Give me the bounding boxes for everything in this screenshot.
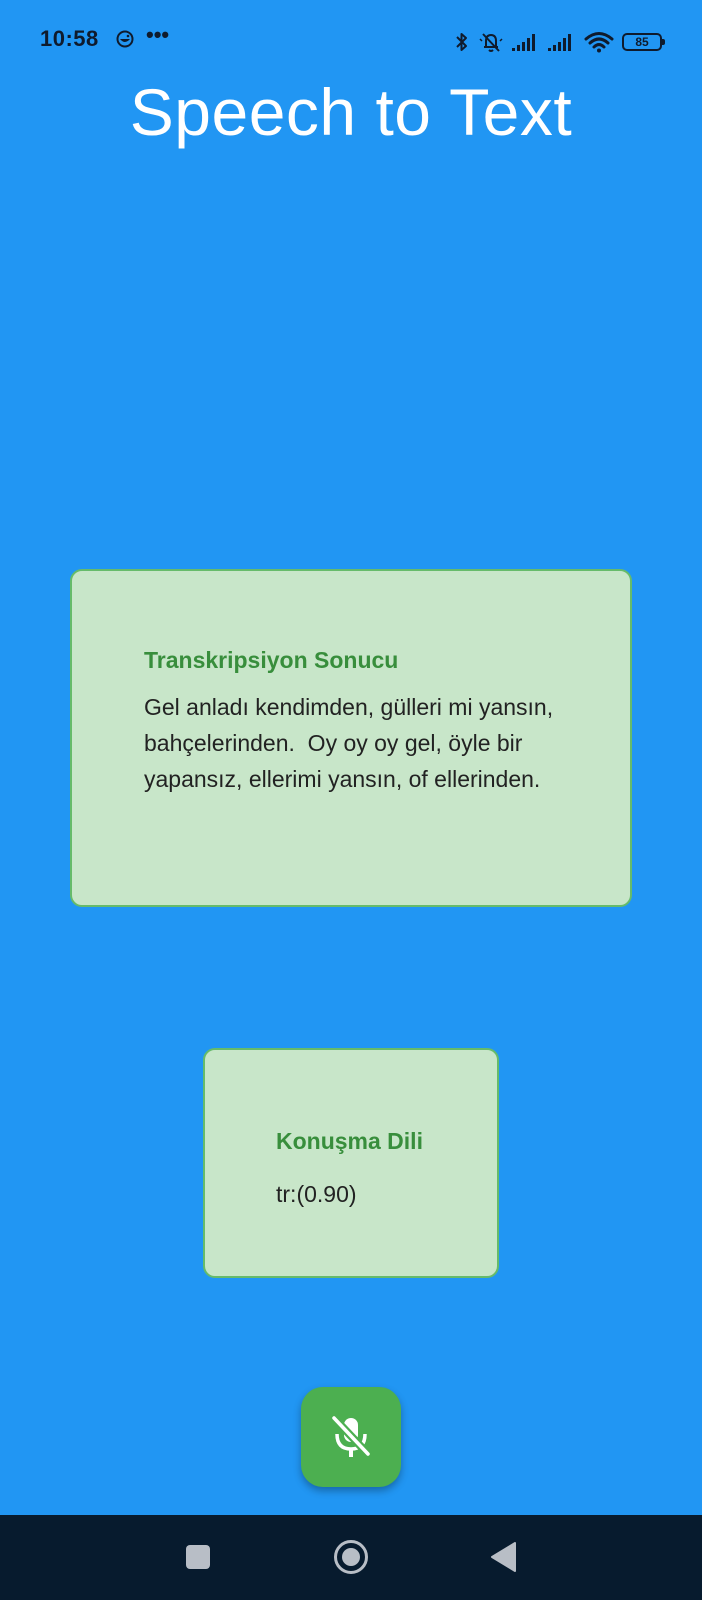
language-card: Konuşma Dili tr:(0.90) [203, 1048, 499, 1278]
status-overflow-dots: ••• [146, 22, 170, 47]
home-icon[interactable] [333, 1539, 369, 1575]
bell-off-icon [479, 33, 503, 52]
mic-off-icon [331, 1415, 371, 1457]
transcript-heading: Transkripsiyon Sonucu [144, 647, 399, 673]
signal-1-icon [512, 34, 535, 51]
transcript-text: Gel anladı kendimden, gülleri mi yansın,… [144, 694, 560, 792]
language-heading: Konuşma Dili [276, 1128, 423, 1154]
status-bar: 10:58 ••• 85 [0, 0, 702, 84]
recents-icon[interactable] [186, 1545, 210, 1569]
mic-toggle-button[interactable] [301, 1387, 401, 1487]
system-nav-bar [0, 1515, 702, 1600]
bluetooth-icon [456, 33, 467, 51]
wifi-icon [584, 32, 614, 53]
status-time: 10:58 [40, 26, 99, 51]
battery-icon: 85 [622, 33, 665, 51]
face-notification-icon [116, 30, 134, 48]
page-title: Speech to Text [129, 75, 573, 149]
back-icon[interactable] [489, 1541, 517, 1573]
status-icons: 85 [454, 28, 665, 56]
language-value: tr:(0.90) [276, 1181, 357, 1207]
transcript-card: Transkripsiyon Sonucu Gel anladı kendimd… [70, 569, 632, 907]
signal-2-icon [548, 34, 571, 51]
